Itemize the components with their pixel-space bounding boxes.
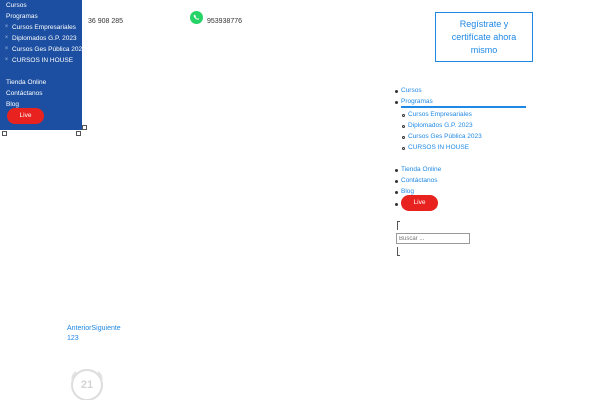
bullet-icon: × <box>4 35 9 41</box>
active-underline <box>401 106 526 108</box>
side-menu-item-tienda[interactable]: Tienda Online <box>6 79 46 86</box>
bullet-icon: × <box>4 24 9 30</box>
bullet-icon <box>395 203 398 206</box>
resize-handle-icon[interactable] <box>2 131 7 136</box>
right-live-button[interactable]: Live <box>401 195 438 211</box>
right-menu-item-tienda[interactable]: Tienda Online <box>401 166 441 173</box>
bullet-icon <box>395 169 398 172</box>
side-menu-item-contactanos[interactable]: Contáctanos <box>6 90 43 97</box>
side-menu-sub-diplomados[interactable]: Diplomados G.P. 2023 <box>12 35 77 42</box>
search-input[interactable] <box>396 233 470 244</box>
search-bracket <box>397 221 398 230</box>
right-menu-item-programas[interactable]: Programas <box>401 98 433 105</box>
search-bracket <box>397 255 400 256</box>
right-menu-item-contactanos[interactable]: Contáctanos <box>401 177 438 184</box>
bullet-icon <box>402 147 405 150</box>
right-menu-sub-in-house[interactable]: CURSOS IN HOUSE <box>408 144 469 151</box>
side-menu-sub-ges-publica[interactable]: Cursos Ges Pública 2023 <box>12 46 86 53</box>
resize-handle-icon[interactable] <box>76 131 81 136</box>
register-cta-label: Regístrate y certifícate ahora mismo <box>451 18 517 55</box>
side-menu-panel: Cursos Programas × Cursos Empresariales … <box>0 0 86 130</box>
bullet-icon <box>395 180 398 183</box>
bullet-icon: × <box>4 57 9 63</box>
right-menu-sub-diplomados[interactable]: Diplomados G.P. 2023 <box>408 122 473 129</box>
side-menu-item-blog[interactable]: Blog <box>6 101 19 108</box>
side-menu-sub-cursos-empresariales[interactable]: Cursos Empresariales <box>12 24 76 31</box>
side-live-button[interactable]: Live <box>7 108 44 124</box>
whatsapp-icon[interactable] <box>190 11 203 24</box>
side-menu-sub-in-house[interactable]: CURSOS IN HOUSE <box>12 57 73 64</box>
side-menu-item-cursos[interactable]: Cursos <box>6 2 27 9</box>
search-bracket <box>397 221 400 222</box>
resize-handle-icon[interactable] <box>82 125 87 130</box>
badge-number: 21 <box>81 379 93 391</box>
bullet-icon <box>395 101 398 104</box>
right-menu-item-cursos[interactable]: Cursos <box>401 87 422 94</box>
anniversary-badge-icon: 21 <box>67 368 107 401</box>
right-menu-sub-ges-publica[interactable]: Cursos Ges Pública 2023 <box>408 133 482 140</box>
bullet-icon <box>402 125 405 128</box>
bullet-icon <box>402 114 405 117</box>
bullet-icon: × <box>4 46 9 52</box>
whatsapp-number[interactable]: 953938776 <box>207 18 242 25</box>
right-menu-sub-cursos-empresariales[interactable]: Cursos Empresariales <box>408 111 472 118</box>
bullet-icon <box>395 191 398 194</box>
register-cta-button[interactable]: Regístrate y certifícate ahora mismo <box>435 12 533 62</box>
right-menu-item-blog[interactable]: Blog <box>401 188 414 195</box>
phone-number[interactable]: 36 908 285 <box>88 18 123 25</box>
side-menu-item-programas[interactable]: Programas <box>6 13 38 20</box>
bullet-icon <box>395 90 398 93</box>
pager-prev-next[interactable]: AnteriorSiguiente <box>67 325 121 332</box>
pager-pages[interactable]: 123 <box>67 335 79 342</box>
bullet-icon <box>402 136 405 139</box>
